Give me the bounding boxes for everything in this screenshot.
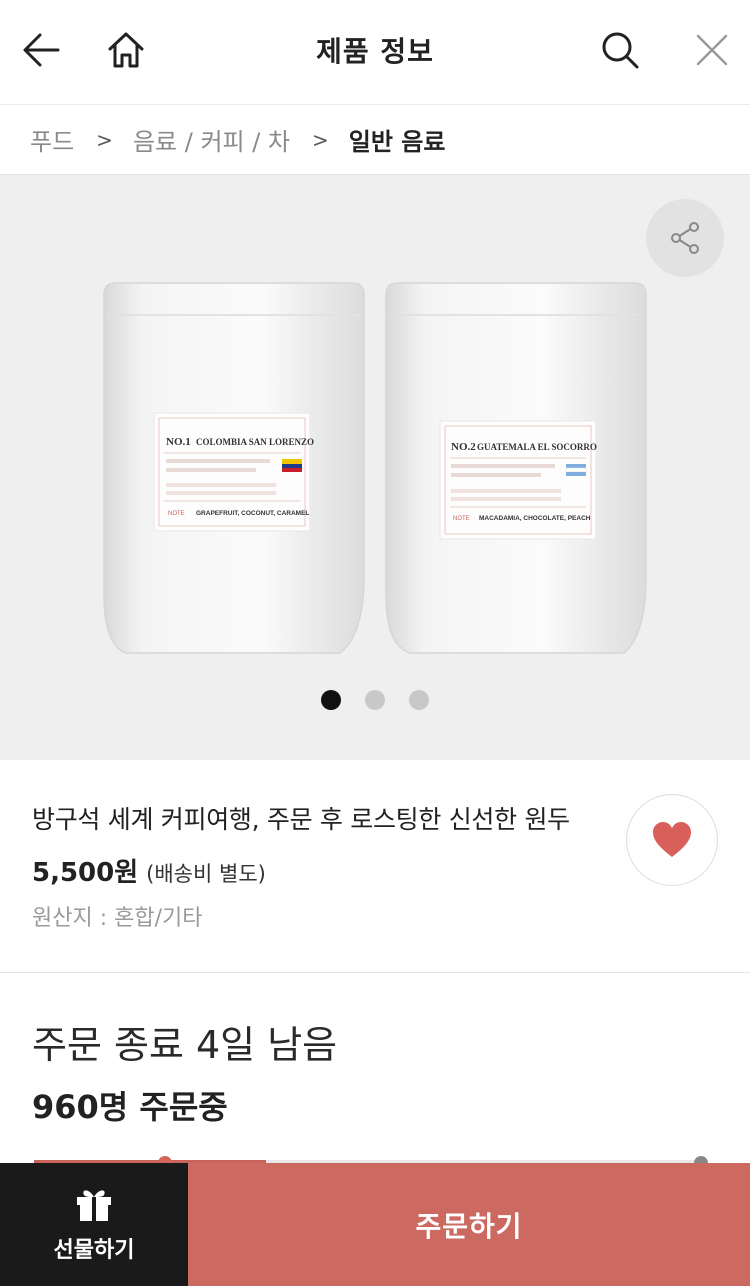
bag2-note: MACADAMIA, CHOCOLATE, PEACH [479,515,591,522]
breadcrumb-item-food[interactable]: 푸드 [30,122,74,157]
product-name: 방구석 세계 커피여행, 주문 후 로스팅한 신선한 원두 [32,805,570,834]
close-icon[interactable] [688,26,736,74]
bottom-action-bar: 선물하기 주문하기 [0,1163,750,1286]
carousel-dot-2[interactable] [365,690,385,710]
carousel-dots [0,690,750,710]
gift-button[interactable]: 선물하기 [0,1163,188,1286]
order-count: 960명 주문중 [32,1088,228,1126]
breadcrumb-separator: > [96,127,113,152]
breadcrumb-item-beverage[interactable]: 음료 / 커피 / 차 [133,122,290,157]
price-row: 5,500원 (배송비 별도) [32,852,266,889]
breadcrumb-separator: > [312,127,329,152]
bag2-note-label: NOTE [453,516,470,522]
carousel-dot-3[interactable] [409,690,429,710]
bag1-name: COLOMBIA SAN LORENZO [196,437,314,447]
coffee-bag-1: NO.1 COLOMBIA SAN LORENZO NOTE GRAPEFRUI… [103,282,365,654]
bag1-note-label: NOTE [168,511,185,517]
order-button[interactable]: 주문하기 [188,1163,750,1286]
coffee-bag-2: NO.2 GUATEMALA EL SOCORRO NOTE MACADAMIA… [385,282,647,654]
gift-icon [77,1189,111,1221]
bag1-note: GRAPEFRUIT, COCONUT, CARAMEL [196,510,309,517]
heart-icon [653,822,691,857]
share-button[interactable] [646,199,724,277]
shipping-note: (배송비 별도) [146,862,266,886]
breadcrumb: 푸드 > 음료 / 커피 / 차 > 일반 음료 [0,105,750,175]
gift-label: 선물하기 [53,1237,135,1263]
product-photo: NO.1 COLOMBIA SAN LORENZO NOTE GRAPEFRUI… [103,282,647,654]
product-price: 5,500원 [32,858,139,888]
bag2-name: GUATEMALA EL SOCORRO [477,442,597,452]
bag1-number: NO.1 [166,436,191,448]
product-origin: 원산지 : 혼합/기타 [32,906,203,931]
wishlist-button[interactable] [626,794,718,886]
order-status-section: 주문 종료 4일 남음 960명 주문중 [0,974,750,1174]
carousel-dot-1[interactable] [321,690,341,710]
product-image-carousel[interactable]: NO.1 COLOMBIA SAN LORENZO NOTE GRAPEFRUI… [0,175,750,760]
bag2-number: NO.2 [451,441,476,453]
order-deadline: 주문 종료 4일 남음 [32,1023,338,1067]
breadcrumb-item-current: 일반 음료 [348,128,446,156]
search-icon[interactable] [596,26,644,74]
share-icon [671,222,699,254]
top-nav-bar: 제품 정보 [0,0,750,105]
product-info-section: 방구석 세계 커피여행, 주문 후 로스팅한 신선한 원두 5,500원 (배송비… [0,760,750,973]
